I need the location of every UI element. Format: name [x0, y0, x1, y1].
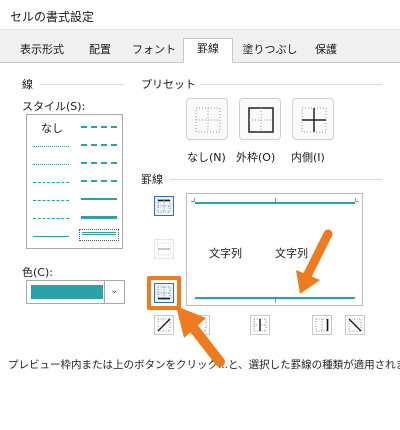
preset-inside-button[interactable] — [292, 98, 334, 140]
arrow-pointer-button-icon — [176, 306, 225, 367]
title-bar: セルの書式設定 — [0, 0, 400, 30]
preset-outline-icon — [248, 107, 274, 133]
window-title: セルの書式設定 — [10, 10, 95, 24]
tab-number-format[interactable]: 表示形式 — [10, 40, 74, 62]
preset-none-icon — [195, 107, 221, 133]
tab-alignment[interactable]: 配置 — [80, 40, 120, 62]
line-style-hair[interactable] — [33, 146, 69, 147]
diagonal-up-icon — [157, 318, 171, 332]
preset-none-button[interactable] — [186, 98, 228, 140]
preview-text-left: 文字列 — [209, 247, 242, 260]
preview-top-border[interactable] — [195, 202, 355, 204]
line-style-dash-dot[interactable] — [33, 200, 69, 201]
preset-group-title: プリセット — [141, 76, 200, 92]
border-top-icon — [157, 199, 171, 213]
line-style-dash-dot-dot[interactable] — [33, 182, 69, 183]
tab-font[interactable]: フォント — [128, 40, 180, 62]
line-style-medium[interactable] — [81, 198, 117, 200]
tab-border[interactable]: 罫線 — [183, 38, 233, 63]
preset-inside-icon — [301, 107, 327, 133]
border-right-icon — [315, 318, 329, 332]
line-style-medium-dash-dot-dot[interactable] — [81, 126, 117, 128]
border-inside-vertical-button[interactable] — [250, 315, 270, 335]
border-diagonal-up-button[interactable] — [154, 315, 174, 335]
preset-outline-label: 外枠(O) — [236, 151, 276, 164]
border-right-button[interactable] — [312, 315, 332, 335]
line-style-medium-dash-dot[interactable] — [81, 162, 117, 164]
preset-outline-button[interactable] — [239, 98, 281, 140]
preset-group-divider — [200, 84, 382, 85]
border-diagonal-down-button[interactable] — [345, 315, 365, 335]
preset-inside-label: 内側(I) — [291, 151, 325, 164]
border-inside-horizontal-icon — [157, 242, 171, 256]
preset-none-label: なし(N) — [187, 151, 226, 164]
line-group-title: 線 — [22, 76, 37, 92]
line-group-divider — [40, 84, 124, 85]
border-inside-horizontal-button[interactable] — [154, 239, 174, 259]
line-style-list[interactable]: なし — [26, 114, 123, 249]
line-style-medium-dash[interactable] — [81, 180, 117, 182]
line-style-slant-dash-dot[interactable] — [81, 144, 117, 146]
border-group-divider — [170, 179, 382, 180]
arrow-pointer-preview-icon — [296, 229, 333, 294]
line-style-double-selected[interactable] — [79, 229, 119, 241]
tab-fill[interactable]: 塗りつぶし — [238, 40, 302, 62]
line-color-select[interactable]: ⌄ — [26, 280, 125, 304]
border-group-title: 罫線 — [141, 171, 167, 187]
line-style-dash[interactable] — [33, 218, 69, 219]
tab-strip: 表示形式 配置 フォント 罫線 塗りつぶし 保護 — [0, 38, 400, 63]
border-top-button[interactable] — [154, 196, 174, 216]
diagonal-down-icon — [348, 318, 362, 332]
chevron-down-icon[interactable]: ⌄ — [104, 281, 124, 303]
line-style-none[interactable]: なし — [41, 120, 63, 136]
color-label: 色(C): — [22, 264, 57, 280]
style-label: スタイル(S): — [22, 98, 90, 114]
line-style-thin[interactable] — [33, 236, 69, 237]
tab-protection[interactable]: 保護 — [306, 40, 346, 62]
line-color-swatch — [31, 285, 103, 299]
line-style-dot[interactable] — [33, 164, 69, 165]
border-inside-vertical-icon — [253, 318, 267, 332]
line-style-thick[interactable] — [81, 216, 117, 219]
